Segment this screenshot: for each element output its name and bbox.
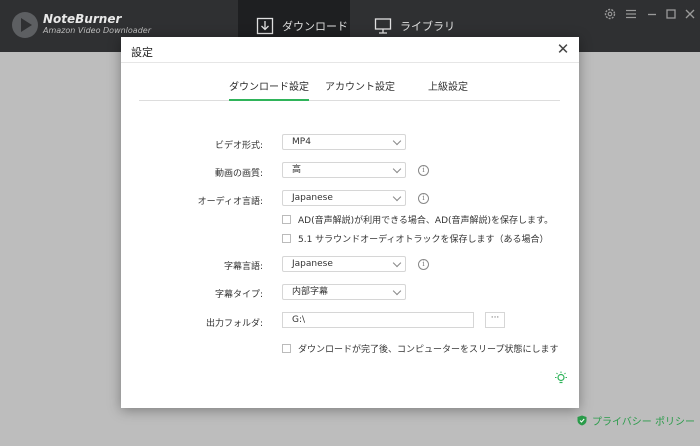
close-window-icon[interactable] [683, 7, 697, 21]
ad-checkbox-label: AD(音声解説)が利用できる場合、AD(音声解説)を保存します。 [298, 216, 554, 226]
video-format-label: ビデオ形式: [214, 141, 263, 151]
brand-subtitle: Amazon Video Downloader [43, 26, 151, 35]
privacy-policy-link[interactable]: プライバシー ポリシー [577, 413, 695, 428]
chevron-down-icon [392, 164, 402, 174]
sleep-checkbox-label: ダウンロードが完了後、コンピューターをスリープ状態にします [298, 345, 559, 355]
chevron-down-icon [392, 258, 402, 268]
ad-checkbox[interactable] [282, 215, 291, 224]
tab-advanced-settings[interactable]: 上級設定 [428, 81, 468, 101]
audio-language-select[interactable]: Japanese [282, 190, 406, 206]
privacy-policy-label: プライバシー ポリシー [592, 417, 695, 428]
subtitle-language-info-icon[interactable]: i [418, 259, 429, 270]
dialog-header: 設定 ✕ [121, 37, 579, 63]
output-folder-label: 出力フォルダ: [205, 319, 263, 329]
video-quality-info-icon[interactable]: i [418, 165, 429, 176]
output-folder-input[interactable]: G:\ [282, 312, 474, 328]
audio-language-info-icon[interactable]: i [418, 193, 429, 204]
sleep-checkbox-row[interactable]: ダウンロードが完了後、コンピューターをスリープ状態にします [282, 342, 558, 355]
lightbulb-tip-icon[interactable] [554, 371, 568, 385]
dialog-title: 設定 [131, 46, 153, 59]
download-icon [256, 17, 274, 35]
chevron-down-icon [392, 192, 402, 202]
video-format-select[interactable]: MP4 [282, 134, 406, 150]
menu-icon[interactable] [624, 7, 638, 21]
video-quality-select[interactable]: 高 [282, 162, 406, 178]
subtitle-type-value: 内部字幕 [292, 287, 329, 297]
audio-language-label: オーディオ言語: [197, 197, 263, 207]
video-quality-label: 動画の画質: [214, 169, 263, 179]
maximize-icon[interactable] [664, 7, 678, 21]
subtitle-language-select[interactable]: Japanese [282, 256, 406, 272]
video-quality-value: 高 [292, 165, 302, 175]
play-icon [21, 18, 32, 32]
ad-checkbox-row[interactable]: AD(音声解説)が利用できる場合、AD(音声解説)を保存します。 [282, 213, 553, 226]
shield-icon [577, 415, 587, 426]
subtitle-type-label: 字幕タイプ: [214, 290, 263, 300]
sleep-checkbox[interactable] [282, 344, 291, 353]
chevron-down-icon [392, 136, 402, 146]
audio-language-value: Japanese [292, 193, 333, 203]
surround-checkbox[interactable] [282, 234, 291, 243]
brand-name: NoteBurner [43, 12, 122, 26]
subtitle-language-value: Japanese [292, 259, 333, 269]
settings-dialog: 設定 ✕ ダウンロード設定 アカウント設定 上級設定 ビデオ形式: MP4 動画… [121, 37, 579, 408]
tab-account-settings[interactable]: アカウント設定 [325, 81, 395, 101]
library-icon [374, 18, 392, 34]
browse-folder-button[interactable]: ··· [485, 312, 505, 328]
nav-tab-download-label: ダウンロード [282, 20, 348, 33]
minimize-icon[interactable] [645, 7, 659, 21]
surround-checkbox-label: 5.1 サラウンドオーディオトラックを保存します（ある場合） [298, 235, 549, 245]
nav-tab-library-label: ライブラリ [400, 20, 455, 33]
subtitle-language-label: 字幕言語: [223, 262, 263, 272]
settings-tabs: ダウンロード設定 アカウント設定 上級設定 [139, 81, 560, 101]
chevron-down-icon [392, 286, 402, 296]
tab-download-settings[interactable]: ダウンロード設定 [229, 81, 309, 101]
settings-gear-icon[interactable] [603, 7, 617, 21]
surround-checkbox-row[interactable]: 5.1 サラウンドオーディオトラックを保存します（ある場合） [282, 232, 549, 245]
dialog-close-button[interactable]: ✕ [555, 41, 571, 57]
brand: NoteBurner Amazon Video Downloader [43, 12, 151, 36]
video-format-value: MP4 [292, 137, 311, 147]
subtitle-type-select[interactable]: 内部字幕 [282, 284, 406, 300]
